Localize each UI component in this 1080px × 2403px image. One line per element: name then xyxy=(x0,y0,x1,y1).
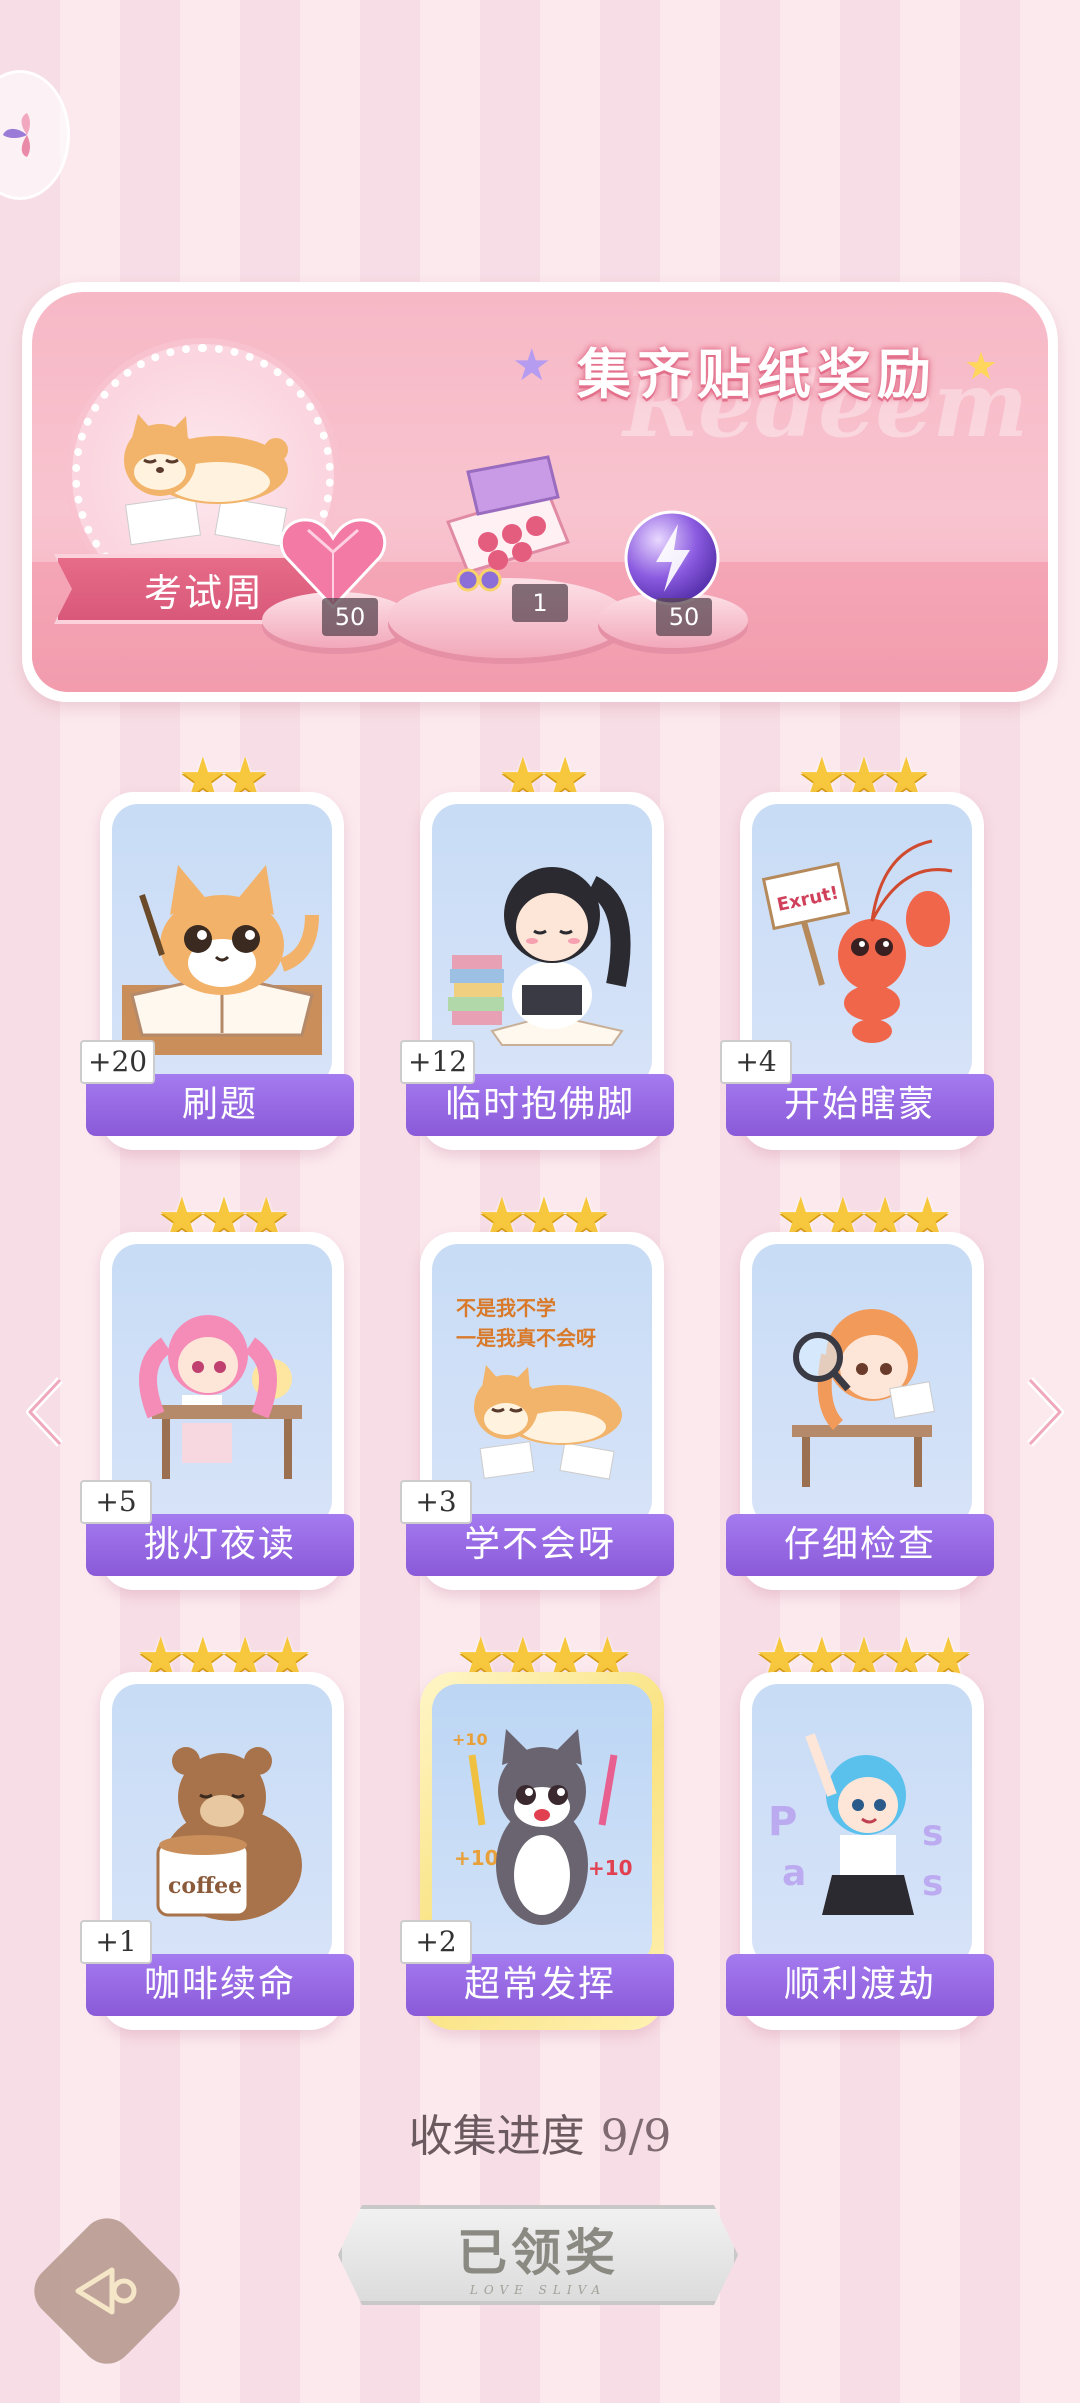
sticker-name: 仔细检查 xyxy=(726,1514,994,1576)
gift-box-icon xyxy=(445,455,571,592)
caption-line: 一是我真不会呀 xyxy=(456,1326,596,1350)
reward-banner: Redeem ★ 集齐贴纸奖励 ★ 考试周 50 1 50 xyxy=(22,282,1058,702)
sticker-card[interactable]: ★★★ 不是我不学 一是我真不会呀 学不会呀 +3 xyxy=(400,1186,674,1590)
lobster-guessing-sticker: Exrut! xyxy=(762,839,953,1043)
collection-progress: 收集进度 9/9 xyxy=(0,2100,1080,2164)
plus-badge: +5 xyxy=(80,1480,152,1524)
mug-text: coffee xyxy=(168,1873,242,1899)
back-button[interactable] xyxy=(23,2207,191,2375)
sticker-art xyxy=(752,1244,972,1526)
claim-reward-button[interactable]: 已领奖 LOVE SLIVA xyxy=(338,2205,738,2305)
petal-icon xyxy=(3,113,30,157)
plus-badge: +12 xyxy=(400,1040,476,1084)
progress-value: 9/9 xyxy=(600,2111,672,2162)
bubble-letter: s xyxy=(922,1863,943,1904)
cat-pencils-sticker: +10 +10 +10 xyxy=(452,1729,633,1925)
pink-heart-gem-icon xyxy=(279,518,387,610)
bear-coffee-sticker: coffee xyxy=(156,1747,302,1921)
bubble-letter: s xyxy=(922,1813,943,1854)
chevron-right-icon xyxy=(1027,1377,1064,1447)
cat-studying-sticker xyxy=(122,865,322,1055)
plus-badge: +2 xyxy=(400,1920,472,1964)
reward-count: 1 xyxy=(512,584,568,622)
plus-badge: +1 xyxy=(80,1920,152,1964)
bubble-letter: P xyxy=(768,1799,797,1845)
plus-badge: +4 xyxy=(720,1040,792,1084)
sticker-card[interactable]: ★★★ 挑灯夜读 +5 xyxy=(80,1186,354,1590)
theme-label: 考试周 xyxy=(143,570,264,615)
plus-badge: +20 xyxy=(80,1040,156,1084)
chevron-left-icon xyxy=(26,1377,63,1447)
next-page-arrow[interactable] xyxy=(1020,1372,1070,1452)
shiba-lying-sticker: 不是我不学 一是我真不会呀 xyxy=(456,1296,622,1480)
girl-night-reading-sticker xyxy=(139,1315,302,1479)
purple-star-icon: ★ xyxy=(512,340,552,391)
score-mark: +10 xyxy=(452,1730,488,1749)
prev-page-arrow[interactable] xyxy=(20,1372,70,1452)
sticker-art: P a s s xyxy=(752,1684,972,1966)
sticker-card[interactable]: ★★★★ +10 +10 +10 超常发挥 +2 xyxy=(400,1626,674,2030)
score-mark: +10 xyxy=(454,1846,499,1870)
plus-badge: +3 xyxy=(400,1480,472,1524)
sticker-card[interactable]: ★★★★ 仔细检查 xyxy=(726,1186,994,1590)
banner-title: 集齐贴纸奖励 xyxy=(577,343,937,406)
score-mark: +10 xyxy=(588,1856,633,1880)
bubble-letter: a xyxy=(782,1853,806,1894)
caption-line: 不是我不学 xyxy=(456,1296,556,1320)
claim-button-label: 已领奖 xyxy=(457,2224,619,2282)
menu-corner-button[interactable] xyxy=(0,70,70,200)
reward-count: 50 xyxy=(322,598,378,636)
shiba-sleeping-icon xyxy=(124,414,288,547)
girl-magnifier-sticker xyxy=(792,1309,935,1487)
purple-energy-orb-icon xyxy=(624,510,720,606)
sticker-card[interactable]: ★★★ Exrut! 开始瞎蒙 +4 xyxy=(720,746,994,1150)
sticker-card[interactable]: ★★ 刷题 +20 xyxy=(80,746,354,1150)
sticker-card[interactable]: ★★★★★ P a s s 顺利渡劫 xyxy=(726,1626,994,2030)
back-arrow-icon xyxy=(75,2267,137,2315)
sticker-name: 顺利渡劫 xyxy=(726,1954,994,2016)
girl-pass-sticker: P a s s xyxy=(768,1733,943,1915)
claim-button-sub: LOVE SLIVA xyxy=(469,2283,607,2297)
girl-cramming-sticker xyxy=(448,867,631,1046)
reward-item-gift-box[interactable] xyxy=(428,452,578,596)
reward-count: 50 xyxy=(656,598,712,636)
sticker-card[interactable]: ★★ 临时抱佛脚 +12 xyxy=(400,746,674,1150)
sticker-card[interactable]: ★★★★ coffee 咖啡续命 +1 xyxy=(80,1626,354,2030)
yellow-star-icon: ★ xyxy=(964,344,999,388)
progress-label: 收集进度 xyxy=(408,2111,585,2162)
